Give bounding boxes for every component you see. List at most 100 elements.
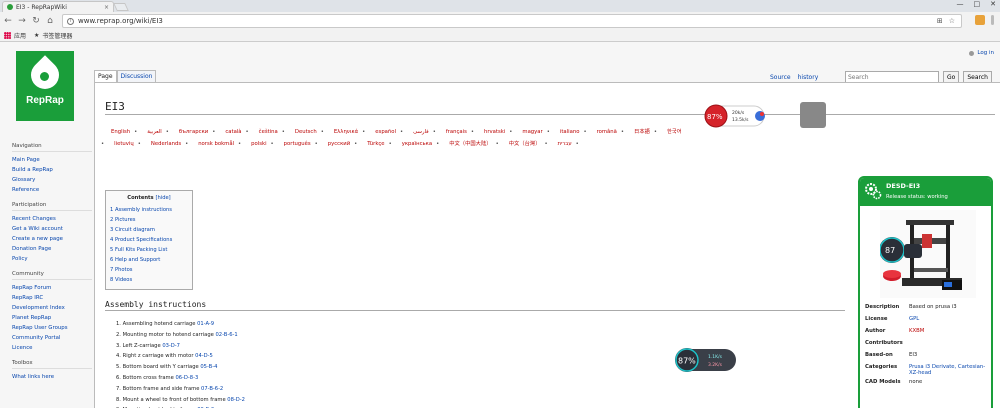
step-link[interactable]: 08-D-2 xyxy=(227,397,245,403)
new-tab-button[interactable] xyxy=(113,3,129,11)
reload-icon[interactable]: ↻ xyxy=(30,16,42,26)
printer-image[interactable]: 87 xyxy=(880,210,976,298)
star-icon[interactable]: ☆ xyxy=(949,17,955,25)
language-separator: • xyxy=(495,141,499,147)
language-link[interactable]: български xyxy=(179,129,208,135)
overlay-lock-icon[interactable] xyxy=(800,102,826,128)
language-link[interactable]: lietuvių xyxy=(114,141,134,147)
infobox-key: License xyxy=(865,316,888,323)
bookmark-manager[interactable]: ★ 书签管理器 xyxy=(34,31,72,40)
table-row: Contributors xyxy=(864,339,991,351)
language-link[interactable]: română xyxy=(597,129,617,135)
toc-item[interactable]: 7 Photos xyxy=(110,265,188,275)
toc-item[interactable]: 6 Help and Support xyxy=(110,255,188,265)
sidebar-link[interactable]: What links here xyxy=(12,372,92,382)
language-link[interactable]: norsk bokmål xyxy=(198,141,234,147)
sidebar-link[interactable]: Create a new page xyxy=(12,234,92,244)
sidebar-link[interactable]: Development Index xyxy=(12,303,92,313)
home-icon[interactable]: ⌂ xyxy=(44,16,56,26)
language-link[interactable]: العربية xyxy=(147,129,161,135)
step-link[interactable]: 07-B-6-2 xyxy=(201,386,223,392)
sidebar-link[interactable]: RepRap Forum xyxy=(12,283,92,293)
step-link[interactable]: 06-D-8-3 xyxy=(175,375,198,381)
sidebar-link[interactable]: Policy xyxy=(12,254,92,264)
sidebar-link[interactable]: Glossary xyxy=(12,175,92,185)
info-icon[interactable]: i xyxy=(67,17,74,25)
minimize-icon[interactable]: — xyxy=(957,0,964,8)
sidebar-link[interactable]: Donation Page xyxy=(12,244,92,254)
infobox-value[interactable]: Prusa i3 Derivate, Cartesian-XZ-head xyxy=(908,363,991,378)
tab-history[interactable]: history xyxy=(798,74,819,81)
language-link[interactable]: hrvatski xyxy=(484,129,505,135)
bookmark-apps[interactable]: 应用 xyxy=(4,31,26,40)
language-link[interactable]: English xyxy=(111,129,130,135)
sidebar-link[interactable]: Reference xyxy=(12,185,92,195)
language-link[interactable]: català xyxy=(225,129,241,135)
translate-icon[interactable]: ⊞ xyxy=(937,17,943,25)
language-link[interactable]: فارسی xyxy=(413,129,429,135)
step-link[interactable]: 02-B-6-1 xyxy=(216,332,238,338)
language-link[interactable]: español xyxy=(375,129,396,135)
language-link[interactable]: русский xyxy=(328,141,350,147)
bookmark-label: 书签管理器 xyxy=(42,33,73,40)
network-monitor-widget[interactable]: 87% 20k/s 13.5k/s xyxy=(704,104,768,128)
browser-tab[interactable]: EI3 - RepRapWiki × xyxy=(2,1,114,12)
menu-icon[interactable] xyxy=(991,15,994,25)
extension-icon[interactable] xyxy=(975,15,985,25)
step-link[interactable]: 03-D-7 xyxy=(162,343,180,349)
back-icon[interactable]: ← xyxy=(2,16,14,26)
step-number: 6. xyxy=(116,374,121,381)
sidebar-link[interactable]: Recent Changes xyxy=(12,214,92,224)
language-link[interactable]: čeština xyxy=(259,129,278,135)
sidebar-link[interactable]: Build a RepRap xyxy=(12,165,92,175)
toc-item[interactable]: 2 Pictures xyxy=(110,215,188,225)
language-link[interactable]: 中文（中国大陆） xyxy=(449,141,491,147)
network-monitor-widget-2[interactable]: 87% 1.1K/s 3.2K/s xyxy=(674,347,738,373)
toc-item[interactable]: 5 Full Kits Packing List xyxy=(110,245,188,255)
sidebar-link[interactable]: Community Portal xyxy=(12,333,92,343)
maximize-icon[interactable]: □ xyxy=(974,0,981,8)
address-bar[interactable]: i www.reprap.org/wiki/EI3 ⊞ ☆ xyxy=(62,14,962,28)
sidebar-link[interactable]: Get a Wiki account xyxy=(12,224,92,234)
toc-hide-link[interactable]: [hide] xyxy=(155,195,170,201)
language-link[interactable]: Deutsch xyxy=(295,129,317,135)
sidebar-link[interactable]: Planet RepRap xyxy=(12,313,92,323)
sidebar-link[interactable]: Licence xyxy=(12,343,92,353)
language-link[interactable]: 中文（台灣） xyxy=(509,141,541,147)
toc-item[interactable]: 8 Videos xyxy=(110,275,188,285)
language-link[interactable]: Nederlands xyxy=(151,141,181,147)
toc-item[interactable]: 1 Assembly instructions xyxy=(110,205,188,215)
tab-strip: EI3 - RepRapWiki × — □ ✕ xyxy=(0,0,1000,12)
language-link[interactable]: Ελληνικά xyxy=(334,129,358,135)
infobox-value[interactable]: KXBM xyxy=(908,327,991,339)
language-link[interactable]: polski xyxy=(251,141,266,147)
tab-discussion[interactable]: Discussion xyxy=(116,70,157,82)
tab-close-icon[interactable]: × xyxy=(104,4,109,11)
infobox-value[interactable]: GPL xyxy=(908,315,991,327)
language-link[interactable]: français xyxy=(446,129,467,135)
sidebar: Navigation Main Page Build a RepRap Glossar… xyxy=(12,136,92,382)
sidebar-link[interactable]: RepRap User Groups xyxy=(12,323,92,333)
login-link[interactable]: Log in xyxy=(977,50,994,56)
toc-item[interactable]: 3 Circuit diagram xyxy=(110,225,188,235)
language-link[interactable]: magyar xyxy=(522,129,542,135)
language-link[interactable]: Türkçe xyxy=(367,141,384,147)
language-link[interactable]: 한국어 xyxy=(667,129,682,135)
step-link[interactable]: 01-A-9 xyxy=(197,321,214,327)
step-link[interactable]: 05-B-4 xyxy=(200,364,217,370)
sidebar-link[interactable]: RepRap IRC xyxy=(12,293,92,303)
language-link[interactable]: українська xyxy=(402,141,432,147)
toc-item[interactable]: 4 Product Specifications xyxy=(110,235,188,245)
language-link[interactable]: português xyxy=(284,141,311,147)
reprap-logo[interactable]: RepRap xyxy=(16,51,74,121)
language-link[interactable]: 日本語 xyxy=(634,129,650,135)
sidebar-link[interactable]: Main Page xyxy=(12,155,92,165)
language-link[interactable]: italiano xyxy=(560,129,580,135)
forward-icon[interactable]: → xyxy=(16,16,28,26)
tab-view-source[interactable]: Source xyxy=(770,74,791,81)
tab-page[interactable]: Page xyxy=(94,70,117,82)
svg-text:87: 87 xyxy=(885,246,895,255)
language-link[interactable]: עברית xyxy=(558,141,572,147)
step-link[interactable]: 04-D-5 xyxy=(195,353,213,359)
close-window-icon[interactable]: ✕ xyxy=(990,0,996,8)
